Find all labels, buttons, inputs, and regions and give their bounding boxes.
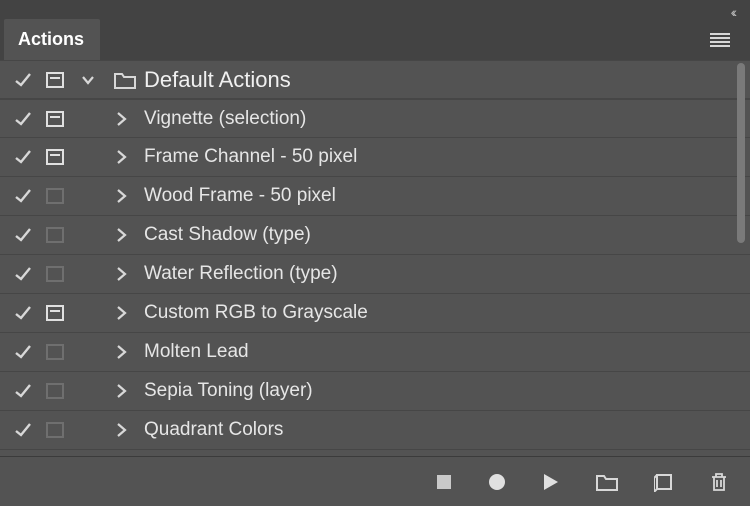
stop-button[interactable] <box>436 474 452 490</box>
toggle-dialog[interactable] <box>38 305 72 321</box>
panel-header: Actions <box>0 0 750 60</box>
action-row[interactable]: Frame Channel - 50 pixel <box>0 138 750 177</box>
disclosure-toggle[interactable] <box>72 72 110 88</box>
toggle-checkbox[interactable] <box>8 382 38 400</box>
toggle-checkbox[interactable] <box>8 343 38 361</box>
toggle-checkbox[interactable] <box>8 110 38 128</box>
panel-footer <box>0 456 750 506</box>
disclosure-toggle[interactable] <box>102 149 140 165</box>
disclosure-toggle[interactable] <box>102 344 140 360</box>
actions-list: Default Actions Vignette (selection) Fra… <box>0 60 750 456</box>
disclosure-toggle[interactable] <box>102 383 140 399</box>
panel-menu-icon[interactable] <box>704 27 736 53</box>
action-row[interactable]: Sepia Toning (layer) <box>0 372 750 411</box>
toggle-dialog[interactable] <box>38 111 72 127</box>
actions-tab[interactable]: Actions <box>4 19 100 62</box>
disclosure-toggle[interactable] <box>102 422 140 438</box>
action-row[interactable]: Vignette (selection) <box>0 99 750 138</box>
action-row[interactable]: Water Reflection (type) <box>0 255 750 294</box>
toggle-checkbox[interactable] <box>8 148 38 166</box>
toggle-dialog[interactable] <box>38 149 72 165</box>
disclosure-toggle[interactable] <box>102 111 140 127</box>
play-button[interactable] <box>542 473 560 491</box>
action-label: Sepia Toning (layer) <box>140 380 313 402</box>
toggle-dialog[interactable] <box>38 422 72 438</box>
delete-button[interactable] <box>710 472 728 492</box>
toggle-checkbox[interactable] <box>8 226 38 244</box>
panel-title: Actions <box>18 29 84 49</box>
action-row[interactable]: Cast Shadow (type) <box>0 216 750 255</box>
folder-icon <box>110 71 140 89</box>
action-row[interactable]: Wood Frame - 50 pixel <box>0 177 750 216</box>
action-label: Cast Shadow (type) <box>140 224 311 246</box>
disclosure-toggle[interactable] <box>102 227 140 243</box>
action-row[interactable]: Custom RGB to Grayscale <box>0 294 750 333</box>
action-set-row[interactable]: Default Actions <box>0 60 750 99</box>
record-button[interactable] <box>488 473 506 491</box>
disclosure-toggle[interactable] <box>102 305 140 321</box>
disclosure-toggle[interactable] <box>102 266 140 282</box>
action-label: Quadrant Colors <box>140 419 283 441</box>
panel-collapse-chevrons[interactable]: ‹‹ <box>731 4 734 20</box>
disclosure-toggle[interactable] <box>102 188 140 204</box>
toggle-dialog[interactable] <box>38 266 72 282</box>
toggle-checkbox[interactable] <box>8 304 38 322</box>
toggle-dialog[interactable] <box>38 72 72 88</box>
action-set-label: Default Actions <box>140 67 291 93</box>
action-label: Water Reflection (type) <box>140 263 338 285</box>
action-row[interactable]: Quadrant Colors <box>0 411 750 450</box>
toggle-checkbox[interactable] <box>8 421 38 439</box>
new-action-button[interactable] <box>654 472 674 492</box>
toggle-checkbox[interactable] <box>8 265 38 283</box>
action-label: Wood Frame - 50 pixel <box>140 185 336 207</box>
toggle-dialog[interactable] <box>38 188 72 204</box>
action-label: Frame Channel - 50 pixel <box>140 146 357 168</box>
toggle-dialog[interactable] <box>38 227 72 243</box>
action-label: Molten Lead <box>140 341 249 363</box>
scrollbar-thumb[interactable] <box>737 63 745 243</box>
action-row[interactable]: Molten Lead <box>0 333 750 372</box>
toggle-dialog[interactable] <box>38 383 72 399</box>
toggle-checkbox[interactable] <box>8 71 38 89</box>
action-label: Custom RGB to Grayscale <box>140 302 368 324</box>
toggle-checkbox[interactable] <box>8 187 38 205</box>
new-set-button[interactable] <box>596 473 618 491</box>
toggle-dialog[interactable] <box>38 344 72 360</box>
action-label: Vignette (selection) <box>140 108 306 130</box>
